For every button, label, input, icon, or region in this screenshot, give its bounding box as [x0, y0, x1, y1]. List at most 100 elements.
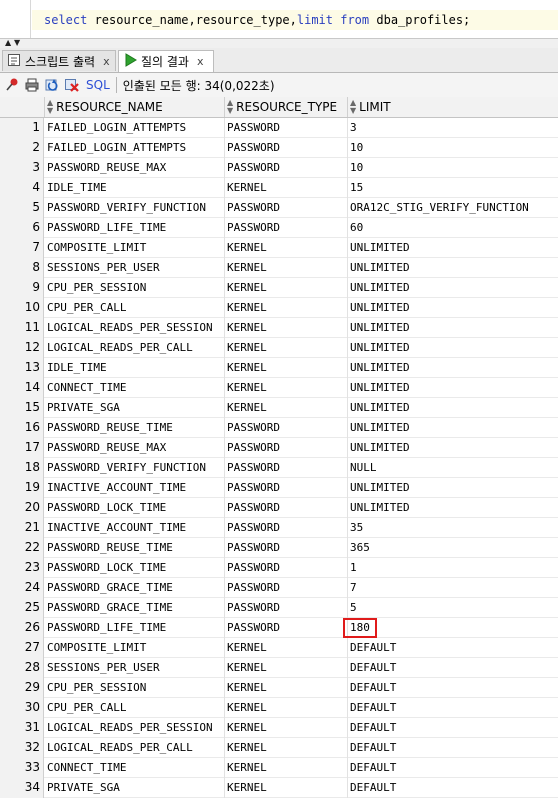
table-row[interactable]: 11 LOGICAL_READS_PER_SESSION KERNEL UNLIMIT… [0, 318, 558, 338]
cell-resource-name[interactable]: LOGICAL_READS_PER_CALL [47, 338, 225, 358]
table-row[interactable]: 29 CPU_PER_SESSION KERNEL DEFAULT [0, 678, 558, 698]
cell-resource-name[interactable]: CPU_PER_CALL [47, 698, 225, 718]
cell-resource-name[interactable]: LOGICAL_READS_PER_SESSION [47, 318, 225, 338]
table-row[interactable]: 13 IDLE_TIME KERNEL UNLIMITED [0, 358, 558, 378]
table-row[interactable]: 9 CPU_PER_SESSION KERNEL UNLIMITED [0, 278, 558, 298]
table-row[interactable]: 20 PASSWORD_LOCK_TIME PASSWORD UNLIMITED [0, 498, 558, 518]
cell-resource-type[interactable]: PASSWORD [227, 418, 348, 438]
cell-resource-type[interactable]: PASSWORD [227, 138, 348, 158]
cell-resource-type[interactable]: PASSWORD [227, 558, 348, 578]
column-header-resource-type[interactable]: ▲ ▼ RESOURCE_TYPE [225, 97, 348, 117]
cell-resource-type[interactable]: PASSWORD [227, 118, 348, 138]
cell-limit[interactable]: 10 [350, 158, 558, 178]
table-row[interactable]: 34 PRIVATE_SGA KERNEL DEFAULT [0, 778, 558, 798]
cell-resource-name[interactable]: LOGICAL_READS_PER_CALL [47, 738, 225, 758]
cell-resource-name[interactable]: IDLE_TIME [47, 178, 225, 198]
table-row[interactable]: 23 PASSWORD_LOCK_TIME PASSWORD 1 [0, 558, 558, 578]
row-number[interactable]: 2 [0, 138, 44, 158]
row-number[interactable]: 21 [0, 518, 44, 538]
column-header-resource-name[interactable]: ▲ ▼ RESOURCE_NAME [45, 97, 225, 117]
table-row[interactable]: 27 COMPOSITE_LIMIT KERNEL DEFAULT [0, 638, 558, 658]
table-row[interactable]: 2 FAILED_LOGIN_ATTEMPTS PASSWORD 10 [0, 138, 558, 158]
cell-limit[interactable]: 3 [350, 118, 558, 138]
cell-resource-name[interactable]: CONNECT_TIME [47, 758, 225, 778]
table-row[interactable]: 17 PASSWORD_REUSE_MAX PASSWORD UNLIMITED [0, 438, 558, 458]
row-number[interactable]: 6 [0, 218, 44, 238]
table-row[interactable]: 5 PASSWORD_VERIFY_FUNCTION PASSWORD ORA12C_… [0, 198, 558, 218]
tab-script-output[interactable]: 스크립트 출력 x [2, 50, 116, 71]
cell-limit[interactable]: DEFAULT [350, 658, 558, 678]
table-row[interactable]: 6 PASSWORD_LIFE_TIME PASSWORD 60 [0, 218, 558, 238]
cell-resource-type[interactable]: PASSWORD [227, 518, 348, 538]
row-number[interactable]: 11 [0, 318, 44, 338]
row-number-header[interactable] [0, 97, 45, 117]
row-number[interactable]: 22 [0, 538, 44, 558]
table-row[interactable]: 4 IDLE_TIME KERNEL 15 [0, 178, 558, 198]
table-row[interactable]: 16 PASSWORD_REUSE_TIME PASSWORD UNLIMITED [0, 418, 558, 438]
sql-editor[interactable]: select resource_name,resource_type,limit… [0, 0, 558, 38]
editor-current-line[interactable]: select resource_name,resource_type,limit… [32, 10, 558, 30]
table-row[interactable]: 28 SESSIONS_PER_USER KERNEL DEFAULT [0, 658, 558, 678]
cell-limit[interactable]: DEFAULT [350, 638, 558, 658]
tab-query-result[interactable]: 질의 결과 x [118, 50, 214, 72]
tab-close-icon[interactable]: x [103, 55, 110, 68]
cell-resource-type[interactable]: PASSWORD [227, 438, 348, 458]
cancel-query-icon[interactable] [64, 76, 80, 94]
cell-limit[interactable]: 5 [350, 598, 558, 618]
row-number[interactable]: 15 [0, 398, 44, 418]
cell-limit[interactable]: UNLIMITED [350, 238, 558, 258]
cell-limit[interactable]: DEFAULT [350, 738, 558, 758]
cell-limit[interactable]: UNLIMITED [350, 258, 558, 278]
cell-limit[interactable]: DEFAULT [350, 758, 558, 778]
row-number[interactable]: 5 [0, 198, 44, 218]
row-number[interactable]: 17 [0, 438, 44, 458]
cell-resource-name[interactable]: PASSWORD_VERIFY_FUNCTION [47, 458, 225, 478]
cell-resource-name[interactable]: FAILED_LOGIN_ATTEMPTS [47, 118, 225, 138]
cell-limit[interactable]: DEFAULT [350, 698, 558, 718]
cell-resource-type[interactable]: KERNEL [227, 778, 348, 798]
row-number[interactable]: 19 [0, 478, 44, 498]
row-number[interactable]: 12 [0, 338, 44, 358]
cell-resource-name[interactable]: PASSWORD_LIFE_TIME [47, 218, 225, 238]
cell-resource-type[interactable]: PASSWORD [227, 538, 348, 558]
cell-resource-name[interactable]: PASSWORD_REUSE_MAX [47, 158, 225, 178]
row-number[interactable]: 26 [0, 618, 44, 638]
table-row[interactable]: 8 SESSIONS_PER_USER KERNEL UNLIMITED [0, 258, 558, 278]
cell-resource-type[interactable]: KERNEL [227, 378, 348, 398]
row-number[interactable]: 24 [0, 578, 44, 598]
row-number[interactable]: 7 [0, 238, 44, 258]
cell-resource-name[interactable]: PASSWORD_LOCK_TIME [47, 558, 225, 578]
column-header-limit[interactable]: ▲ ▼ LIMIT [348, 97, 558, 117]
table-row[interactable]: 26 PASSWORD_LIFE_TIME PASSWORD 180 [0, 618, 558, 638]
cell-resource-type[interactable]: KERNEL [227, 258, 348, 278]
row-number[interactable]: 18 [0, 458, 44, 478]
row-number[interactable]: 25 [0, 598, 44, 618]
table-row[interactable]: 1 FAILED_LOGIN_ATTEMPTS PASSWORD 3 [0, 118, 558, 138]
table-row[interactable]: 3 PASSWORD_REUSE_MAX PASSWORD 10 [0, 158, 558, 178]
cell-resource-name[interactable]: COMPOSITE_LIMIT [47, 238, 225, 258]
cell-limit[interactable]: ORA12C_STIG_VERIFY_FUNCTION [350, 198, 558, 218]
cell-limit[interactable]: 15 [350, 178, 558, 198]
cell-limit[interactable]: UNLIMITED [350, 278, 558, 298]
cell-limit[interactable]: 10 [350, 138, 558, 158]
cell-resource-name[interactable]: PASSWORD_GRACE_TIME [47, 578, 225, 598]
cell-resource-name[interactable]: PASSWORD_VERIFY_FUNCTION [47, 198, 225, 218]
table-row[interactable]: 19 INACTIVE_ACCOUNT_TIME PASSWORD UNLIMITED [0, 478, 558, 498]
row-number[interactable]: 28 [0, 658, 44, 678]
cell-limit[interactable]: DEFAULT [350, 778, 558, 798]
cell-resource-type[interactable]: KERNEL [227, 398, 348, 418]
cell-resource-type[interactable]: PASSWORD [227, 158, 348, 178]
row-number[interactable]: 8 [0, 258, 44, 278]
cell-resource-name[interactable]: PASSWORD_GRACE_TIME [47, 598, 225, 618]
cell-limit[interactable]: UNLIMITED [350, 338, 558, 358]
table-row[interactable]: 10 CPU_PER_CALL KERNEL UNLIMITED [0, 298, 558, 318]
sort-icon[interactable]: ▲ ▼ [350, 99, 356, 115]
cell-limit[interactable]: DEFAULT [350, 718, 558, 738]
cell-resource-type[interactable]: KERNEL [227, 298, 348, 318]
cell-limit[interactable]: UNLIMITED [350, 438, 558, 458]
table-row[interactable]: 31 LOGICAL_READS_PER_SESSION KERNEL DEFAULT [0, 718, 558, 738]
cell-resource-type[interactable]: PASSWORD [227, 578, 348, 598]
cell-limit[interactable]: UNLIMITED [350, 378, 558, 398]
cell-resource-type[interactable]: PASSWORD [227, 458, 348, 478]
table-row[interactable]: 7 COMPOSITE_LIMIT KERNEL UNLIMITED [0, 238, 558, 258]
